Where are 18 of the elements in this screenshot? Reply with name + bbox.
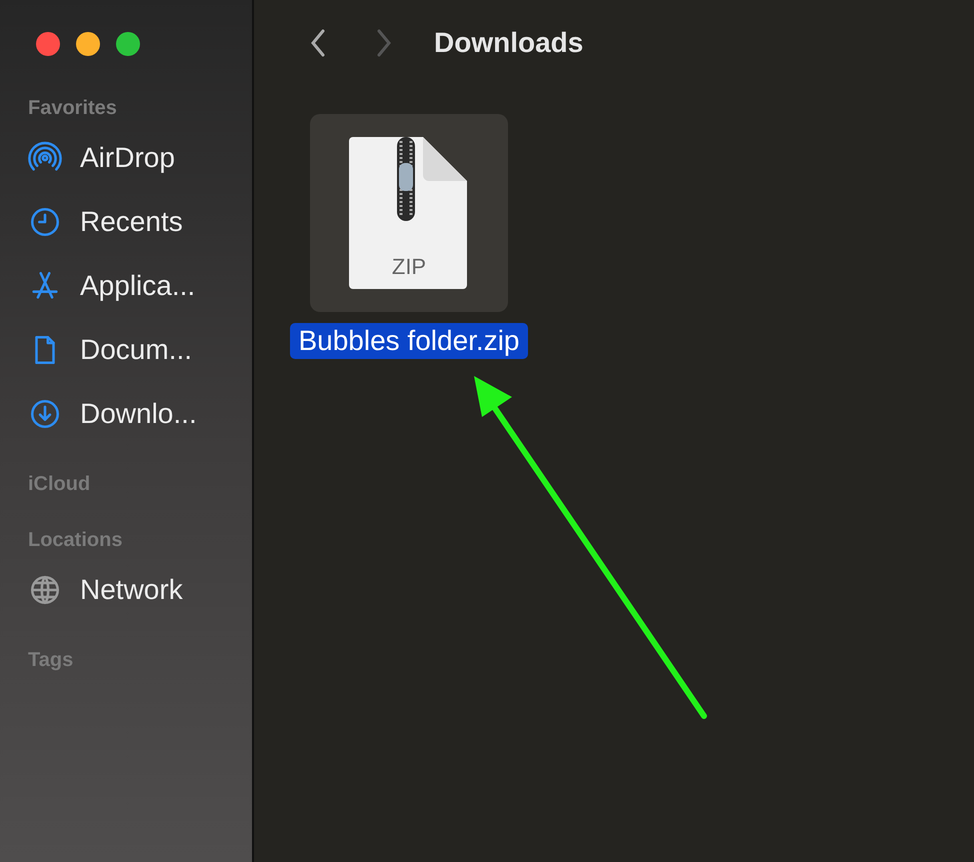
zoom-button[interactable] — [116, 32, 140, 56]
sidebar-item[interactable]: AirDrop — [28, 126, 252, 190]
sidebar-item[interactable]: Recents — [28, 190, 252, 254]
section-heading: Favorites — [28, 96, 118, 120]
minimize-button[interactable] — [76, 32, 100, 56]
sidebar-item[interactable]: Applica... — [28, 254, 252, 318]
window-title: Downloads — [434, 26, 584, 60]
download-icon — [28, 397, 62, 431]
close-button[interactable] — [36, 32, 60, 56]
sidebar-item[interactable]: Docum... — [28, 318, 252, 382]
sidebar-item[interactable]: Network — [28, 558, 252, 622]
clock-icon — [28, 205, 62, 239]
file-name: Bubbles folder.zip — [290, 323, 528, 359]
file-type-label: ZIP — [392, 253, 426, 281]
section-heading: iCloud — [28, 472, 92, 496]
section-heading: Locations — [28, 528, 124, 552]
sidebar-item[interactable]: Downlo... — [28, 382, 252, 446]
globe-icon — [28, 573, 62, 607]
